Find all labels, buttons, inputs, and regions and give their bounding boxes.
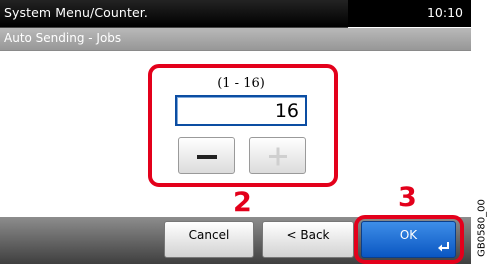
plus-icon xyxy=(269,147,287,166)
sub-title-bar: Auto Sending - Jobs xyxy=(0,28,471,51)
title-bar-left: System Menu/Counter. xyxy=(0,0,348,28)
screen-subtitle: Auto Sending - Jobs xyxy=(4,31,122,45)
range-label: (1 - 16) xyxy=(217,76,265,91)
cancel-button[interactable]: Cancel xyxy=(164,221,254,258)
minus-icon xyxy=(197,155,217,159)
decrement-button[interactable] xyxy=(178,137,235,174)
screen-title: System Menu/Counter. xyxy=(4,5,148,20)
back-button[interactable]: < Back xyxy=(262,221,354,258)
increment-button[interactable] xyxy=(249,137,306,174)
figure-code-text: GB0580_00 xyxy=(476,199,487,257)
clock: 10:10 xyxy=(426,5,463,20)
jobs-value: 16 xyxy=(274,100,299,122)
enter-icon xyxy=(438,242,449,252)
callout-step-3: 3 xyxy=(398,182,417,213)
back-button-label: < Back xyxy=(286,228,330,242)
jobs-value-field[interactable]: 16 xyxy=(175,95,307,126)
cancel-button-label: Cancel xyxy=(188,228,230,242)
ok-button[interactable]: OK xyxy=(361,221,456,258)
callout-step-2: 2 xyxy=(233,187,252,218)
title-bar: System Menu/Counter. 10:10 xyxy=(0,0,471,28)
figure-code: GB0580_00 xyxy=(472,194,491,262)
ok-button-label: OK xyxy=(399,228,418,242)
